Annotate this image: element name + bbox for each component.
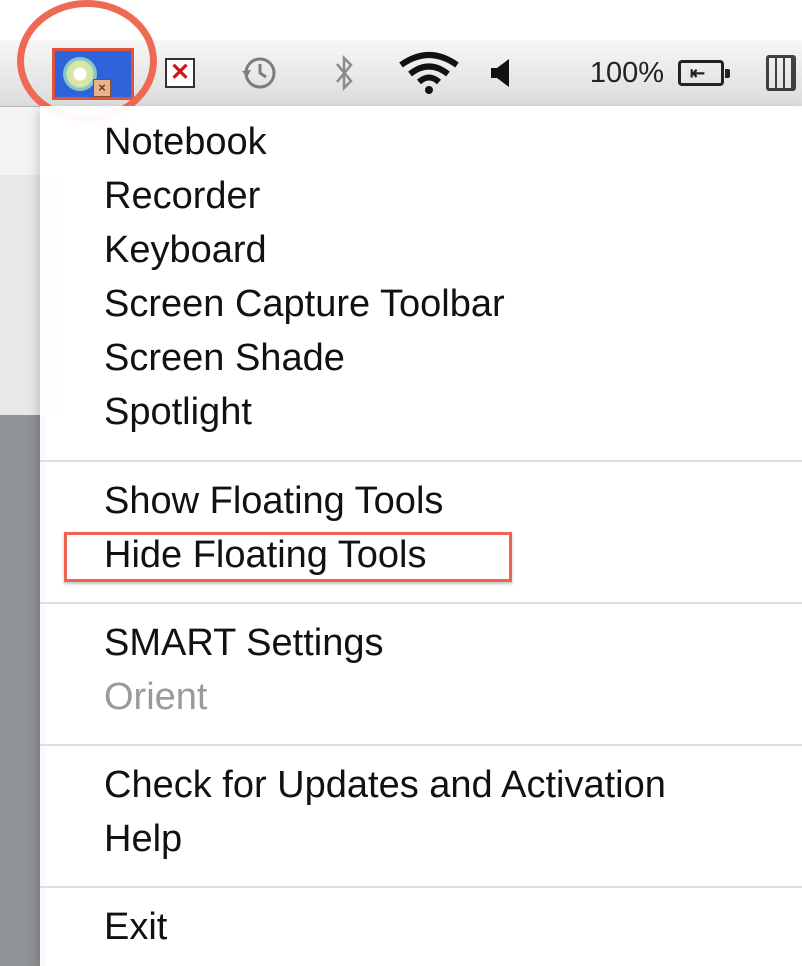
wifi-icon[interactable] — [394, 40, 464, 106]
menu-item-show-floating-tools[interactable]: Show Floating Tools — [104, 474, 443, 528]
annotation-highlight-box — [64, 532, 512, 582]
menu-separator — [40, 602, 802, 604]
menu-separator — [40, 744, 802, 746]
volume-icon[interactable] — [484, 40, 518, 106]
menu-item-smart-settings[interactable]: SMART Settings — [104, 616, 384, 670]
menu-item-screen-capture-toolbar[interactable]: Screen Capture Toolbar — [104, 277, 505, 331]
bluetooth-icon[interactable] — [326, 40, 362, 106]
annotation-circle — [17, 0, 157, 122]
menu-item-notebook[interactable]: Notebook — [104, 115, 267, 169]
status-dropdown-menu: Notebook Recorder Keyboard Screen Captur… — [40, 106, 802, 966]
menu-separator — [40, 460, 802, 462]
calendar-icon[interactable] — [760, 40, 802, 106]
battery-charging-icon[interactable]: ⇤ — [668, 40, 734, 106]
menu-item-help[interactable]: Help — [104, 812, 182, 866]
menu-item-screen-shade[interactable]: Screen Shade — [104, 331, 345, 385]
battery-percent[interactable]: 100% — [568, 40, 664, 106]
menu-item-exit[interactable]: Exit — [104, 900, 167, 954]
menu-separator — [40, 886, 802, 888]
time-machine-icon[interactable] — [236, 40, 282, 106]
menu-item-spotlight[interactable]: Spotlight — [104, 385, 252, 439]
menu-item-orient: Orient — [104, 676, 208, 718]
menu-item-check-for-updates[interactable]: Check for Updates and Activation — [104, 758, 666, 812]
close-x-icon[interactable]: ✕ — [160, 40, 200, 106]
menu-item-keyboard[interactable]: Keyboard — [104, 223, 267, 277]
menu-item-recorder[interactable]: Recorder — [104, 169, 260, 223]
